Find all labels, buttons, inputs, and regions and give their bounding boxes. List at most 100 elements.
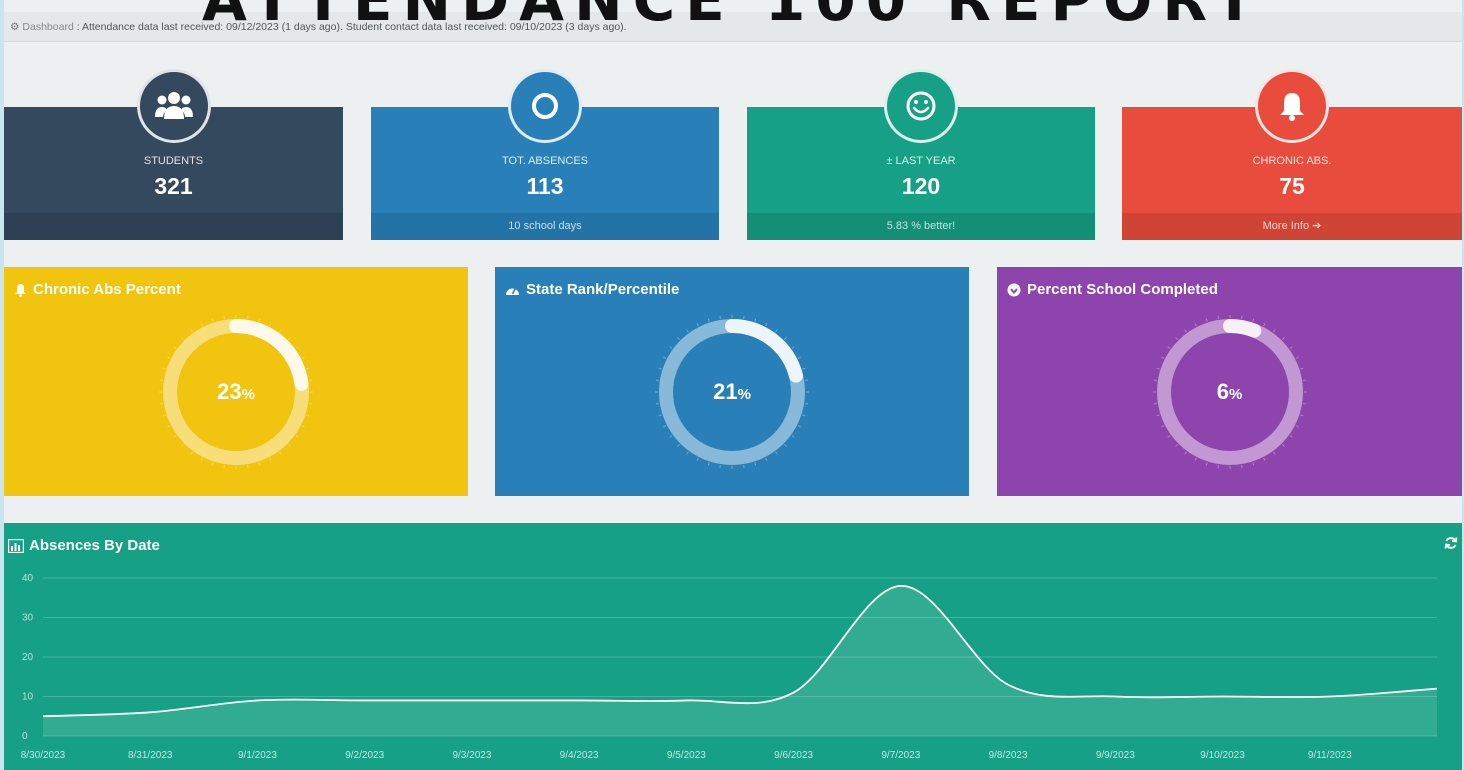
- gauge-tick: [1194, 457, 1197, 461]
- gauge-tick: [802, 367, 806, 370]
- gauge-tick: [677, 337, 681, 341]
- gauge-tick: [200, 323, 203, 327]
- y-tick-label: 10: [22, 692, 34, 703]
- gauge-tick: [797, 425, 801, 428]
- gauge-tick: [1194, 323, 1197, 327]
- stat-footer[interactable]: 5.83 % better!: [747, 213, 1095, 240]
- gauge-tick: [1156, 414, 1160, 417]
- chart-title: Absences By Date: [8, 537, 160, 554]
- gauge-tick: [797, 356, 801, 359]
- stat-value: 321: [154, 173, 193, 199]
- gauge-tick: [258, 318, 261, 322]
- gauge-tick: [167, 356, 171, 359]
- card-title: Chronic Abs Percent: [14, 281, 181, 298]
- gauge-tick: [211, 462, 214, 466]
- gauge-tick: [802, 414, 806, 417]
- gauge-tick: [295, 346, 299, 349]
- more-info-link[interactable]: More Info ➔: [1122, 213, 1462, 240]
- gauge-tick: [686, 451, 689, 455]
- gauge-tick: [1295, 425, 1299, 428]
- gauge-tick: [1295, 356, 1299, 359]
- chart-title-text: Absences By Date: [29, 537, 160, 554]
- x-tick-label: 8/31/2023: [128, 750, 173, 761]
- page-banner-title: ATTENDANCE 100 REPORT: [202, 0, 1264, 34]
- data-point: [1220, 694, 1226, 700]
- data-point: [683, 697, 689, 703]
- gauge-tick: [200, 457, 203, 461]
- x-tick-label: 9/10/2023: [1200, 750, 1245, 761]
- stat-label: TOT. ABSENCES: [502, 155, 588, 167]
- chronic-abs-percent-card: Chronic Abs Percent 23%: [4, 267, 468, 496]
- dashboard-icon: [506, 287, 519, 295]
- data-point: [147, 709, 153, 715]
- gauge-tick: [1272, 451, 1276, 455]
- gauge-tick: [162, 367, 166, 370]
- gauge-tick: [1281, 337, 1285, 341]
- users-icon: [136, 69, 211, 143]
- total-absences-card: TOT. ABSENCES 113 10 school days: [371, 69, 719, 240]
- x-tick-label: 9/1/2023: [238, 750, 277, 761]
- gauge-tick: [279, 329, 282, 333]
- gauge-tick: [754, 462, 757, 466]
- refresh-icon[interactable]: [1444, 536, 1458, 550]
- gauge-tick: [190, 451, 193, 455]
- gauge-tick: [167, 425, 171, 428]
- gauge-tick: [696, 457, 699, 461]
- gauge-tick: [765, 457, 768, 461]
- card-title: Percent School Completed: [1007, 281, 1218, 298]
- gauge-tick: [658, 367, 662, 370]
- gauge-tick: [791, 346, 795, 349]
- gauge-tick: [287, 443, 291, 447]
- x-tick-label: 8/30/2023: [21, 750, 66, 761]
- gauge-tick: [181, 443, 185, 447]
- gauge-tick: [663, 425, 667, 428]
- last-year-card: ± LAST YEAR 120 5.83 % better!: [747, 69, 1095, 240]
- stat-value: 120: [901, 173, 941, 199]
- data-point: [1434, 686, 1440, 692]
- gauge-tick: [1160, 356, 1164, 359]
- stat-label: ± LAST YEAR: [886, 155, 956, 167]
- gauge-tick: [211, 318, 214, 322]
- stat-value: 75: [1279, 173, 1305, 199]
- gauge-tick: [658, 414, 662, 417]
- gauge-tick: [306, 414, 310, 417]
- gauge-tick: [1251, 462, 1254, 466]
- y-tick-label: 20: [22, 652, 34, 663]
- stat-value: 113: [526, 173, 564, 199]
- gauge-tick: [791, 435, 795, 438]
- bell-icon: [15, 283, 26, 297]
- gauge-tick: [181, 337, 185, 341]
- gauge-tick: [269, 457, 272, 461]
- gauge-tick: [677, 443, 681, 447]
- x-tick-label: 9/7/2023: [881, 750, 920, 761]
- arrow-circle-down-icon: [1007, 283, 1021, 296]
- chronic-absences-card: CHRONIC ABS. 75 More Info ➔: [1122, 69, 1462, 240]
- gauge-tick: [754, 318, 757, 322]
- x-tick-label: 9/9/2023: [1096, 750, 1135, 761]
- gauge-tick: [669, 346, 673, 349]
- gauge-tick: [686, 329, 689, 333]
- gauge-tick: [1166, 435, 1170, 438]
- stat-footer: [4, 213, 343, 240]
- gauge-tick: [1156, 367, 1160, 370]
- x-tick-label: 9/3/2023: [452, 750, 491, 761]
- gauge-tick: [173, 435, 177, 438]
- stat-footer[interactable]: 10 school days: [371, 213, 719, 240]
- students-card: STUDENTS 321: [4, 69, 343, 240]
- gauge-tick: [696, 323, 699, 327]
- gauge-tick: [295, 435, 299, 438]
- state-rank-card: State Rank/Percentile 21%: [495, 267, 969, 496]
- data-point: [362, 697, 368, 703]
- gauge-tick: [1289, 346, 1293, 349]
- gauge-tick: [1174, 337, 1178, 341]
- gauge-tick: [707, 318, 710, 322]
- data-point: [1112, 694, 1118, 700]
- gauge-tick: [707, 462, 710, 466]
- gauge-tick: [173, 346, 177, 349]
- series-area: [43, 585, 1437, 736]
- gauge-tick: [783, 443, 787, 447]
- gauge-tick: [1251, 318, 1254, 322]
- absences-by-date-panel: 0 10 20 30 40 8/30/2023 8/31/2023 9/1/2023 9/2/2…: [4, 523, 1462, 770]
- gauge-tick: [190, 329, 193, 333]
- gauge-tick: [1183, 329, 1187, 333]
